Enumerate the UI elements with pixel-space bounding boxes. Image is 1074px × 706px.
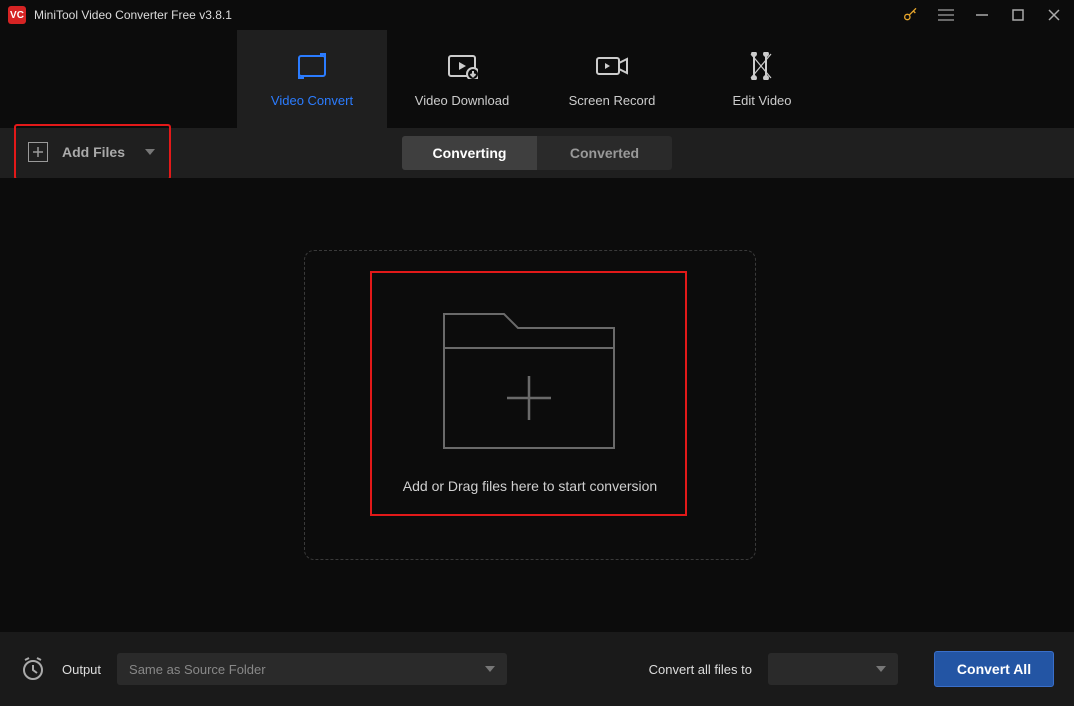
tab-label: Screen Record — [569, 93, 656, 108]
sub-tabs: Converting Converted — [402, 136, 672, 170]
bottom-bar: Output Same as Source Folder Convert all… — [0, 632, 1074, 706]
output-label: Output — [62, 662, 101, 677]
output-folder-value: Same as Source Folder — [129, 662, 266, 677]
add-files-label: Add Files — [62, 144, 125, 160]
drop-hint: Add or Drag files here to start conversi… — [304, 478, 756, 494]
tab-label: Video Convert — [271, 93, 353, 108]
plus-icon — [28, 142, 48, 162]
app-title: MiniTool Video Converter Free v3.8.1 — [34, 8, 232, 22]
app-logo: VC — [8, 6, 26, 24]
subtab-converted[interactable]: Converted — [537, 136, 672, 170]
output-folder-select[interactable]: Same as Source Folder — [117, 653, 507, 685]
minimize-icon[interactable] — [974, 7, 990, 23]
format-select[interactable] — [768, 653, 898, 685]
convert-to-label: Convert all files to — [649, 662, 752, 677]
maximize-icon[interactable] — [1010, 7, 1026, 23]
edit-icon — [748, 51, 776, 81]
chevron-down-icon — [145, 149, 155, 155]
chevron-down-icon — [485, 666, 495, 672]
tab-video-download[interactable]: Video Download — [387, 30, 537, 128]
chevron-down-icon — [876, 666, 886, 672]
tab-edit-video[interactable]: Edit Video — [687, 30, 837, 128]
tab-video-convert[interactable]: Video Convert — [237, 30, 387, 128]
main-tabs: Video Convert Video Download Screen Reco… — [0, 30, 1074, 128]
close-icon[interactable] — [1046, 7, 1062, 23]
key-icon[interactable] — [902, 7, 918, 23]
convert-all-button[interactable]: Convert All — [934, 651, 1054, 687]
download-icon — [446, 51, 478, 81]
convert-icon — [296, 51, 328, 81]
tab-label: Video Download — [415, 93, 509, 108]
folder-add-icon[interactable] — [440, 308, 618, 453]
toolbar: Add Files Converting Converted — [0, 128, 1074, 178]
record-icon — [595, 51, 629, 81]
clock-icon[interactable] — [20, 656, 46, 682]
titlebar: VC MiniTool Video Converter Free v3.8.1 — [0, 0, 1074, 30]
menu-icon[interactable] — [938, 7, 954, 23]
subtab-converting[interactable]: Converting — [402, 136, 537, 170]
tab-screen-record[interactable]: Screen Record — [537, 30, 687, 128]
content-area: Add or Drag files here to start conversi… — [0, 178, 1074, 632]
tab-label: Edit Video — [732, 93, 791, 108]
add-files-button[interactable]: Add Files — [14, 124, 171, 180]
